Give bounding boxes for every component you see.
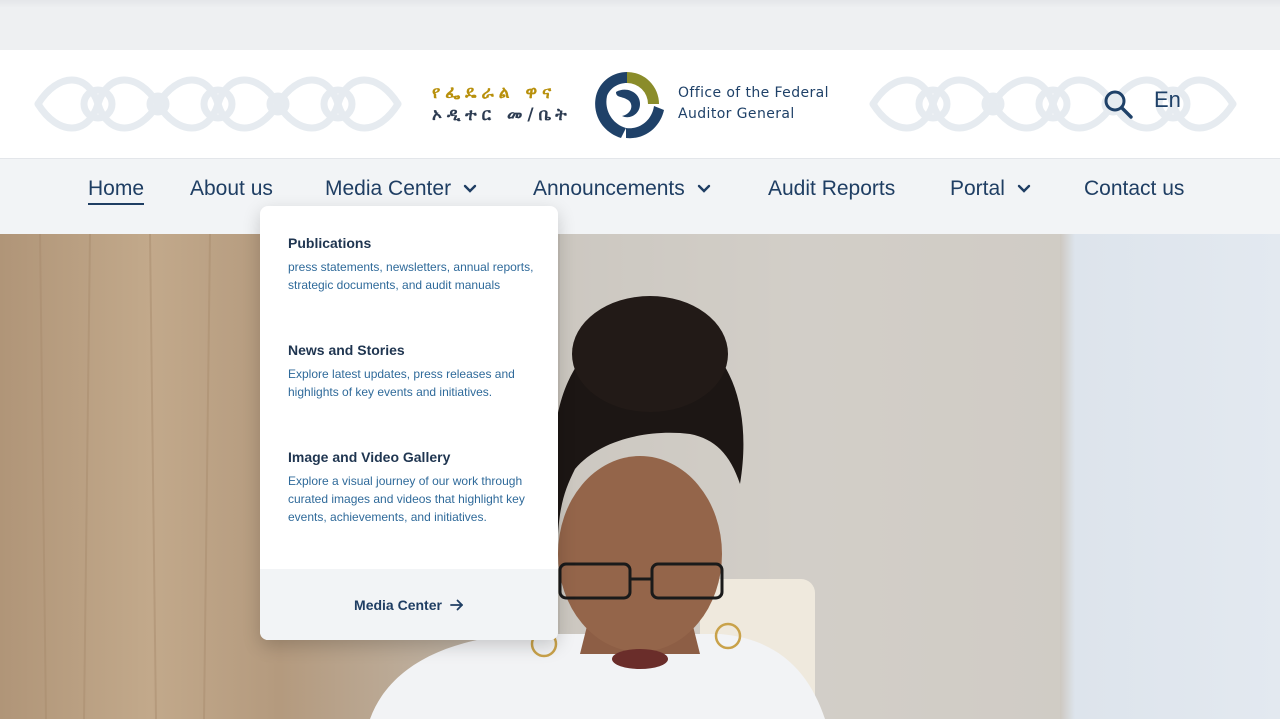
search-icon[interactable] [1100, 86, 1136, 122]
nav-item-label: Media Center [325, 177, 452, 200]
nav-item-home[interactable]: Home [88, 177, 145, 205]
nav-item-label: Contact us [1084, 177, 1185, 200]
chevron-down-icon [697, 184, 710, 193]
nav-item-contact-us[interactable]: Contact us [1084, 177, 1184, 201]
ornament-pattern-icon [34, 76, 402, 132]
dropdown-item-title: News and Stories [288, 342, 405, 358]
brand-name: Office of the Federal Auditor General [678, 83, 829, 125]
site-header: የፌዴራል ዋና ኦዲተር መ/ቤት Office of the Federal… [0, 50, 1280, 158]
nav-item-label: Audit Reports [768, 177, 896, 200]
nav-item-portal[interactable]: Portal [950, 177, 1031, 201]
logo-emblem-icon [595, 72, 664, 139]
dropdown-item-image-and-video-gallery[interactable]: Image and Video Gallery Explore a visual… [288, 448, 538, 526]
chevron-down-icon [1017, 184, 1031, 193]
dropdown-item-news-and-stories[interactable]: News and Stories Explore latest updates,… [288, 341, 538, 401]
dropdown-item-title: Publications [288, 235, 372, 251]
dropdown-item-title: Image and Video Gallery [288, 449, 451, 465]
browser-top-strip [0, 0, 1280, 50]
language-switcher[interactable]: En [1154, 87, 1181, 113]
amharic-name-line2: ኦዲተር መ/ቤት [432, 105, 572, 125]
nav-item-audit-reports[interactable]: Audit Reports [768, 177, 895, 201]
nav-item-label: About us [190, 177, 273, 200]
dropdown-item-description: Explore a visual journey of our work thr… [288, 474, 525, 524]
media-center-link[interactable]: Media Center [260, 569, 558, 640]
dropdown-item-description: press statements, newsletters, annual re… [288, 260, 534, 292]
dropdown-item-description: Explore latest updates, press releases a… [288, 367, 515, 399]
nav-item-label: Portal [950, 177, 1005, 200]
nav-item-announcements[interactable]: Announcements [533, 177, 711, 201]
nav-item-media-center[interactable]: Media Center [325, 177, 477, 201]
media-center-dropdown: Publications press statements, newslette… [260, 206, 558, 640]
amharic-name: የፌዴራል ዋና ኦዲተር መ/ቤት [432, 82, 582, 126]
hero-image [0, 234, 1280, 719]
brand-name-line1: Office of the Federal [678, 85, 829, 101]
nav-item-label: Home [88, 177, 145, 205]
amharic-name-line1: የፌዴራል ዋና [432, 83, 557, 103]
nav-item-label: Announcements [533, 177, 685, 200]
arrow-right-icon [450, 599, 463, 610]
chevron-down-icon [463, 184, 477, 193]
nav-item-about-us[interactable]: About us [190, 177, 273, 201]
brand-logo[interactable]: የፌዴራል ዋና ኦዲተር መ/ቤት Office of the Federal… [432, 66, 829, 142]
dropdown-item-publications[interactable]: Publications press statements, newslette… [288, 234, 538, 294]
main-navigation: Home About us Media Center Announcements… [0, 158, 1280, 234]
media-center-link-label: Media Center [354, 596, 442, 613]
ornament-pattern-icon [869, 76, 1237, 132]
person-at-podium-photo [39, 234, 1060, 719]
brand-name-line2: Auditor General [678, 106, 795, 122]
